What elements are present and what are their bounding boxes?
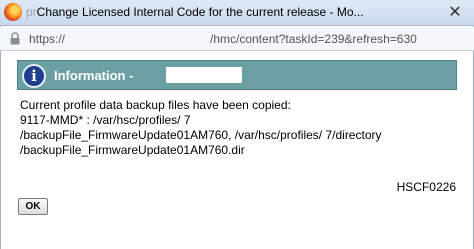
close-icon[interactable]: ✕ (444, 3, 466, 21)
lock-icon (10, 32, 20, 45)
window-title-prefix: pr (26, 5, 37, 19)
title-bar: prChange Licensed Internal Code for the … (0, 0, 474, 26)
redacted-name (166, 67, 242, 83)
message-line: 9117-MMD* : /var/hsc/profiles/ 7 (20, 113, 191, 127)
information-header: i Information - (17, 60, 457, 90)
ok-button[interactable]: OK (18, 198, 48, 215)
message-body: Current profile data backup files have b… (20, 98, 460, 158)
message-code: HSCF0226 (396, 180, 456, 194)
url-scheme: https:// (29, 32, 66, 46)
window-title-text: Change Licensed Internal Code for the cu… (36, 5, 364, 19)
information-title: Information - (54, 68, 134, 83)
info-icon: i (22, 64, 46, 88)
message-line: Current profile data backup files have b… (20, 98, 291, 112)
message-line: /backupFile_FirmwareUpdate01AM760, /var/… (20, 128, 382, 142)
message-line: /backupFile_FirmwareUpdate01AM760.dir (20, 143, 245, 157)
url-bar[interactable]: https:// /hmc/content?taskId=239&refresh… (0, 27, 474, 51)
firefox-icon (4, 3, 22, 21)
url-path: /hmc/content?taskId=239&refresh=630 (210, 32, 417, 46)
window-title: prChange Licensed Internal Code for the … (26, 5, 426, 19)
